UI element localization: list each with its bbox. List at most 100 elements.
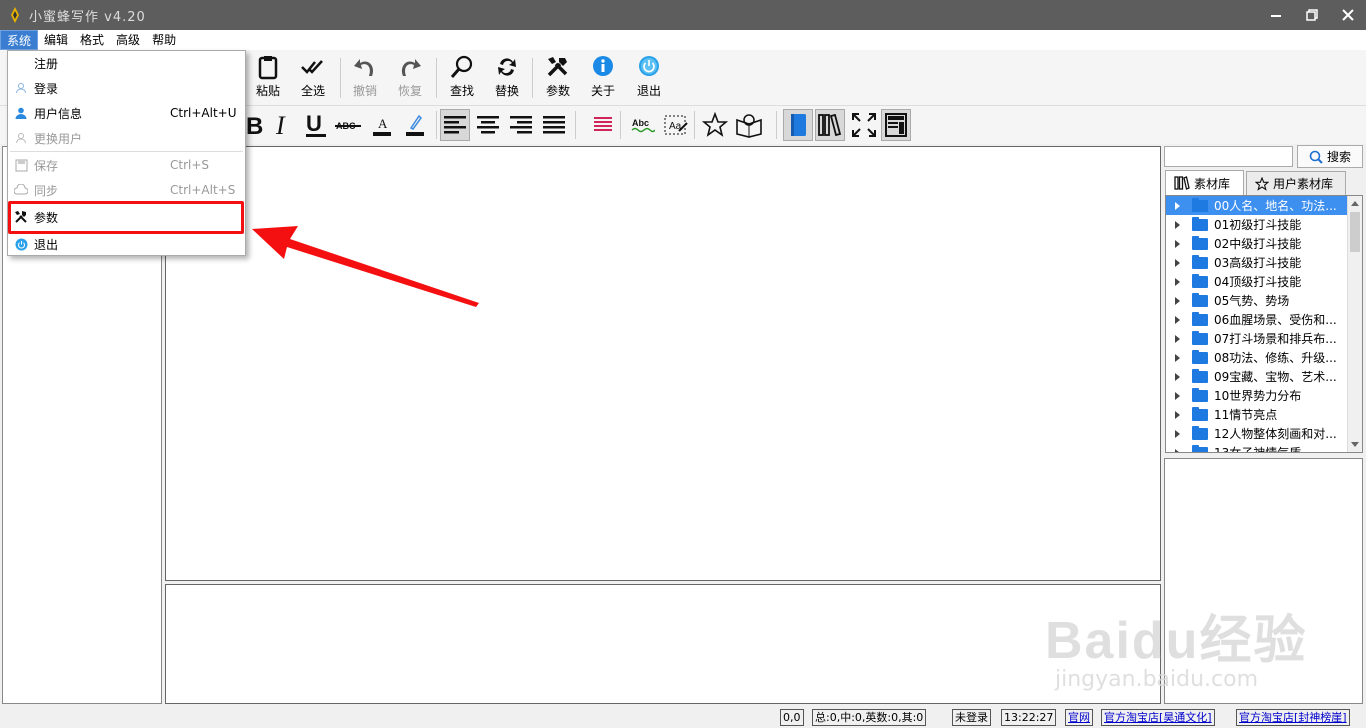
notebook-icon (791, 114, 806, 136)
tree-item[interactable]: 02中级打斗技能 (1166, 234, 1362, 253)
restore-button[interactable] (1294, 0, 1330, 30)
undo-button[interactable]: 撤销 (345, 54, 385, 104)
folder-icon (1192, 406, 1208, 421)
tree-item[interactable]: 03高级打斗技能 (1166, 253, 1362, 272)
menu-help[interactable]: 帮助 (146, 30, 182, 50)
expand-arrow-icon[interactable] (1175, 258, 1180, 267)
menu-system[interactable]: 系统 (0, 30, 39, 50)
tab-user-material-label: 用户素材库 (1273, 177, 1334, 191)
redo-button[interactable]: 恢复 (390, 54, 430, 104)
tree-scrollbar[interactable] (1347, 196, 1362, 452)
select-all-button[interactable]: 全选 (293, 54, 333, 104)
align-left-button[interactable] (440, 109, 470, 141)
params-highlight-box (8, 201, 244, 234)
tree-item[interactable]: 09宝藏、宝物、艺术... (1166, 367, 1362, 386)
spellcheck-button[interactable]: Abc (628, 109, 658, 141)
find-button[interactable]: 查找 (442, 54, 482, 104)
replace-button[interactable]: 替换 (487, 54, 527, 104)
underline-button[interactable]: U (301, 109, 331, 141)
close-button[interactable] (1330, 0, 1366, 30)
tree-item[interactable]: 05气势、势场 (1166, 291, 1362, 310)
menu-item-save[interactable]: 保存 Ctrl+S (8, 154, 245, 176)
expand-arrow-icon[interactable] (1175, 391, 1180, 400)
expand-arrow-icon[interactable] (1175, 410, 1180, 419)
folder-icon (1192, 425, 1208, 440)
strikethrough-button[interactable]: ABC (333, 109, 363, 141)
line-spacing-button[interactable] (588, 109, 618, 141)
params-label: 参数 (545, 84, 570, 98)
tab-user-material-library[interactable]: 用户素材库 (1246, 171, 1346, 195)
tree-item[interactable]: 06血腥场景、受伤和... (1166, 310, 1362, 329)
star-icon (1255, 176, 1269, 191)
menu-format[interactable]: 格式 (74, 30, 110, 50)
shop-link-1[interactable]: 官方淘宝店[昊通文化] (1101, 709, 1215, 726)
tree-item[interactable]: 11情节亮点 (1166, 405, 1362, 424)
material-search-input[interactable] (1164, 146, 1293, 167)
tree-item[interactable]: 12人物整体刻画和对... (1166, 424, 1362, 443)
menu-item-switch-user[interactable]: 更换用户 (8, 127, 245, 149)
expand-arrow-icon[interactable] (1175, 429, 1180, 438)
main-editor[interactable] (165, 146, 1161, 581)
tree-item[interactable]: 04顶级打斗技能 (1166, 272, 1362, 291)
menu-item-sync[interactable]: 同步 Ctrl+Alt+S (8, 179, 245, 201)
favorite-button[interactable] (700, 109, 730, 141)
user-icon (14, 81, 28, 95)
clock: 13:22:27 (1001, 709, 1057, 726)
tree-item[interactable]: 10世界势力分布 (1166, 386, 1362, 405)
exit-button[interactable]: 退出 (629, 54, 669, 104)
tab-material-label: 素材库 (1194, 176, 1231, 191)
align-justify-button[interactable] (539, 109, 569, 141)
replace-label: 替换 (494, 84, 519, 98)
tree-item[interactable]: 13女子神情气质 (1166, 443, 1362, 452)
font-color-button[interactable]: A (367, 109, 397, 141)
tab-material-library[interactable]: 素材库 (1165, 170, 1244, 195)
italic-button[interactable]: I (268, 109, 298, 141)
minimize-button[interactable] (1258, 0, 1294, 30)
expand-arrow-icon[interactable] (1175, 315, 1180, 324)
exit-label: 退出 (636, 84, 661, 98)
shop-link-2[interactable]: 官方淘宝店[封神榜崖] (1236, 709, 1350, 726)
search-button[interactable]: 搜索 (1297, 145, 1363, 168)
menu-item-login[interactable]: 登录 (8, 77, 245, 99)
paste-button[interactable]: 粘贴 (248, 54, 288, 104)
params-button[interactable]: 参数 (538, 54, 578, 104)
expand-arrow-icon[interactable] (1175, 296, 1180, 305)
align-right-button[interactable] (506, 109, 536, 141)
sidebar-panel-button[interactable] (881, 109, 911, 141)
notebook-toggle-button[interactable] (783, 109, 813, 141)
reader-button[interactable] (734, 109, 764, 141)
expand-arrow-icon[interactable] (1175, 201, 1180, 210)
align-center-button[interactable] (473, 109, 503, 141)
expand-arrow-icon[interactable] (1175, 372, 1180, 381)
folder-icon (1192, 197, 1208, 212)
svg-text:I: I (275, 113, 286, 137)
library-toggle-button[interactable] (815, 109, 845, 141)
expand-arrow-icon[interactable] (1175, 277, 1180, 286)
search-button-label: 搜索 (1326, 150, 1351, 164)
text-box-button[interactable]: Aa (661, 109, 691, 141)
menu-item-exit[interactable]: 退出 (8, 233, 245, 255)
tree-item[interactable]: 08功法、修练、升级... (1166, 348, 1362, 367)
menu-edit[interactable]: 编辑 (38, 30, 74, 50)
expand-arrow-icon[interactable] (1175, 448, 1180, 452)
expand-arrow-icon[interactable] (1175, 353, 1180, 362)
menu-item-register[interactable]: 注册 (8, 52, 245, 74)
folder-icon (1192, 273, 1208, 288)
material-tree[interactable]: 00人名、地名、功法... 01初级打斗技能 02中级打斗技能 03高级打斗技能… (1165, 195, 1363, 453)
official-site-link[interactable]: 官网 (1065, 709, 1093, 726)
tree-item[interactable]: 01初级打斗技能 (1166, 215, 1362, 234)
menu-advanced[interactable]: 高级 (110, 30, 146, 50)
folder-icon (1192, 349, 1208, 364)
align-left-icon (444, 116, 466, 134)
expand-arrow-icon[interactable] (1175, 239, 1180, 248)
notes-editor[interactable] (165, 584, 1161, 704)
menu-item-user-info[interactable]: 用户信息 Ctrl+Alt+U (8, 102, 245, 124)
expand-arrow-icon[interactable] (1175, 220, 1180, 229)
tree-item[interactable]: 00人名、地名、功法... (1166, 196, 1362, 215)
about-button[interactable]: 关于 (583, 54, 623, 104)
tree-item[interactable]: 07打斗场景和排兵布... (1166, 329, 1362, 348)
highlight-color-button[interactable] (400, 109, 430, 141)
cloud-sync-icon (14, 183, 28, 197)
expand-arrow-icon[interactable] (1175, 334, 1180, 343)
fullscreen-button[interactable] (849, 109, 879, 141)
